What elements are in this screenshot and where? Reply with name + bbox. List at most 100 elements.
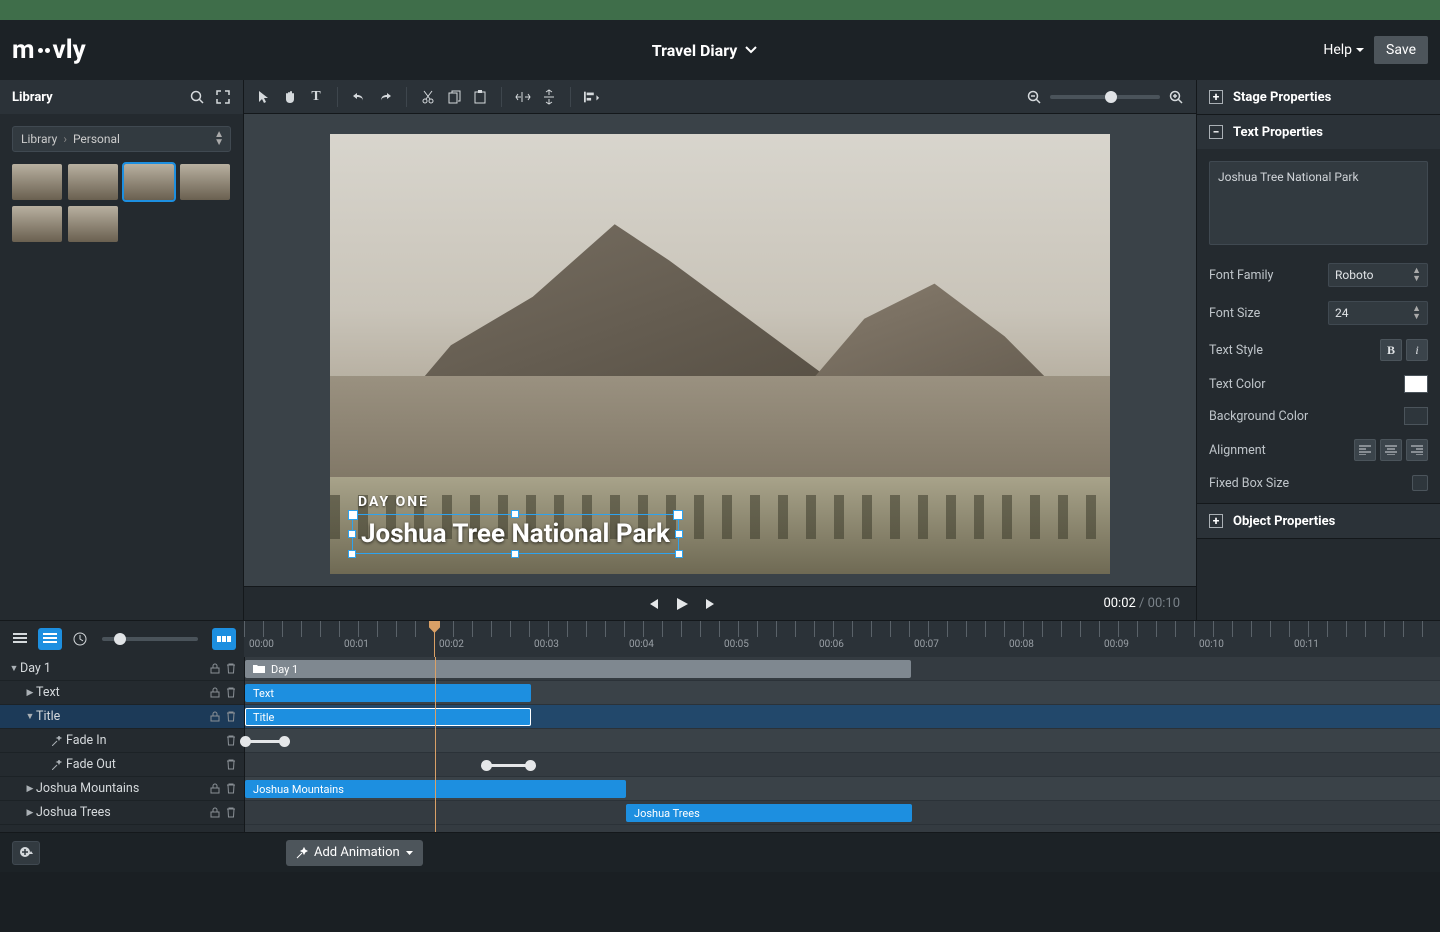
project-title-dropdown[interactable]: Travel Diary [652,41,758,60]
wand-icon [296,847,308,859]
bold-button[interactable]: B [1380,339,1402,361]
stage-title-selection[interactable]: Joshua Tree National Park [352,514,679,554]
object-properties-header[interactable]: + Object Properties [1197,504,1440,538]
hand-tool-icon[interactable] [282,89,298,105]
zoom-slider[interactable] [1050,95,1160,99]
timeline-zoom-slider[interactable] [102,637,198,641]
flip-vertical-icon[interactable] [541,89,557,105]
skip-end-icon[interactable] [704,597,718,611]
track-row[interactable]: Fade Out [0,753,244,777]
keyframe-fade-out[interactable] [486,764,531,767]
paste-icon[interactable] [472,89,488,105]
bg-color-swatch[interactable] [1404,407,1428,425]
stage-canvas[interactable]: DAY ONE Joshua Tree National Park [330,134,1110,574]
track-row[interactable]: ▶Joshua Mountains [0,777,244,801]
trash-icon[interactable] [226,711,236,722]
wand-icon [52,736,62,746]
track-row[interactable]: ▶Text [0,681,244,705]
stage-overline-text[interactable]: DAY ONE [358,494,429,510]
trash-icon[interactable] [226,807,236,818]
library-panel: Library Library › Personal ▲▼ [0,80,244,620]
pointer-tool-icon[interactable] [256,89,272,105]
zoom-in-icon[interactable] [1168,89,1184,105]
ruler-label: 00:01 [344,639,369,650]
undo-icon[interactable] [351,89,367,105]
help-menu[interactable]: Help [1323,42,1364,58]
library-thumb[interactable] [68,206,118,242]
lock-icon[interactable] [210,663,220,674]
lock-icon[interactable] [210,711,220,722]
clip-text[interactable]: Text [245,684,531,702]
timeline-view-list-button[interactable] [8,628,32,650]
play-icon[interactable] [674,596,690,612]
stage-properties-header[interactable]: + Stage Properties [1197,80,1440,114]
copy-icon[interactable] [446,89,462,105]
timeline-snap-button[interactable] [212,628,236,650]
save-button[interactable]: Save [1374,36,1428,64]
expand-icon[interactable] [215,89,231,105]
font-family-label: Font Family [1209,268,1273,283]
chevron-right-icon: ▶ [24,808,36,818]
track-row[interactable]: ▼Day 1 [0,657,244,681]
timeline-view-layers-button[interactable] [38,628,62,650]
track-label: Joshua Mountains [36,781,210,796]
library-title: Library [12,90,53,105]
ruler-label: 00:06 [819,639,844,650]
stage-title-text: Joshua Tree National Park [361,519,670,549]
align-left-button[interactable] [1354,439,1376,461]
italic-button[interactable]: i [1406,339,1428,361]
library-thumb[interactable] [124,164,174,200]
trash-icon[interactable] [226,783,236,794]
align-menu-icon[interactable] [584,89,600,105]
align-right-button[interactable] [1406,439,1428,461]
playhead[interactable] [434,621,435,657]
font-size-select[interactable]: 24▲▼ [1328,301,1428,325]
lock-icon[interactable] [210,687,220,698]
text-properties-header[interactable]: − Text Properties [1197,115,1440,149]
caret-down-icon [406,851,413,855]
chevron-down-icon: ▼ [24,711,36,722]
fixed-box-checkbox[interactable] [1412,475,1428,491]
add-animation-button[interactable]: Add Animation [286,840,423,866]
clip-folder[interactable]: Day 1 [245,660,911,678]
zoom-out-icon[interactable] [1026,89,1042,105]
flip-horizontal-icon[interactable] [515,89,531,105]
trash-icon[interactable] [226,735,236,746]
text-tool-icon[interactable]: T [308,89,324,105]
ruler-label: 00:04 [629,639,654,650]
chevron-right-icon: ▶ [24,688,36,698]
library-thumb[interactable] [12,164,62,200]
track-row[interactable]: ▶Joshua Trees [0,801,244,825]
clock-icon[interactable] [72,631,88,647]
track-row[interactable]: ▼Title [0,705,244,729]
library-thumb[interactable] [12,206,62,242]
trash-icon[interactable] [226,663,236,674]
track-label: Joshua Trees [36,805,210,820]
track-row[interactable]: Fade In [0,729,244,753]
add-layer-button[interactable] [12,841,40,865]
project-title: Travel Diary [652,41,738,60]
cut-icon[interactable] [420,89,436,105]
font-family-select[interactable]: Roboto▲▼ [1328,263,1428,287]
library-thumb[interactable] [68,164,118,200]
track-label: Fade Out [66,757,226,772]
clip-title[interactable]: Title [245,708,531,726]
align-center-button[interactable] [1380,439,1402,461]
app-logo: mvly [12,35,86,65]
library-breadcrumb[interactable]: Library › Personal ▲▼ [12,126,231,152]
timeline-ruler[interactable]: 00:0000:0100:0200:0300:0400:0500:0600:07… [244,621,1440,657]
trash-icon[interactable] [226,687,236,698]
timeline-panel: 00:0000:0100:0200:0300:0400:0500:0600:07… [0,620,1440,872]
text-color-swatch[interactable] [1404,375,1428,393]
chevron-right-icon: ▶ [24,784,36,794]
redo-icon[interactable] [377,89,393,105]
keyframe-fade-in[interactable] [245,740,285,743]
search-icon[interactable] [189,89,205,105]
text-content-input[interactable] [1209,161,1428,245]
library-thumb[interactable] [180,164,230,200]
clip-joshua-trees[interactable]: Joshua Trees [626,804,912,822]
lock-icon[interactable] [210,807,220,818]
skip-start-icon[interactable] [646,597,660,611]
lock-icon[interactable] [210,783,220,794]
trash-icon[interactable] [226,759,236,770]
